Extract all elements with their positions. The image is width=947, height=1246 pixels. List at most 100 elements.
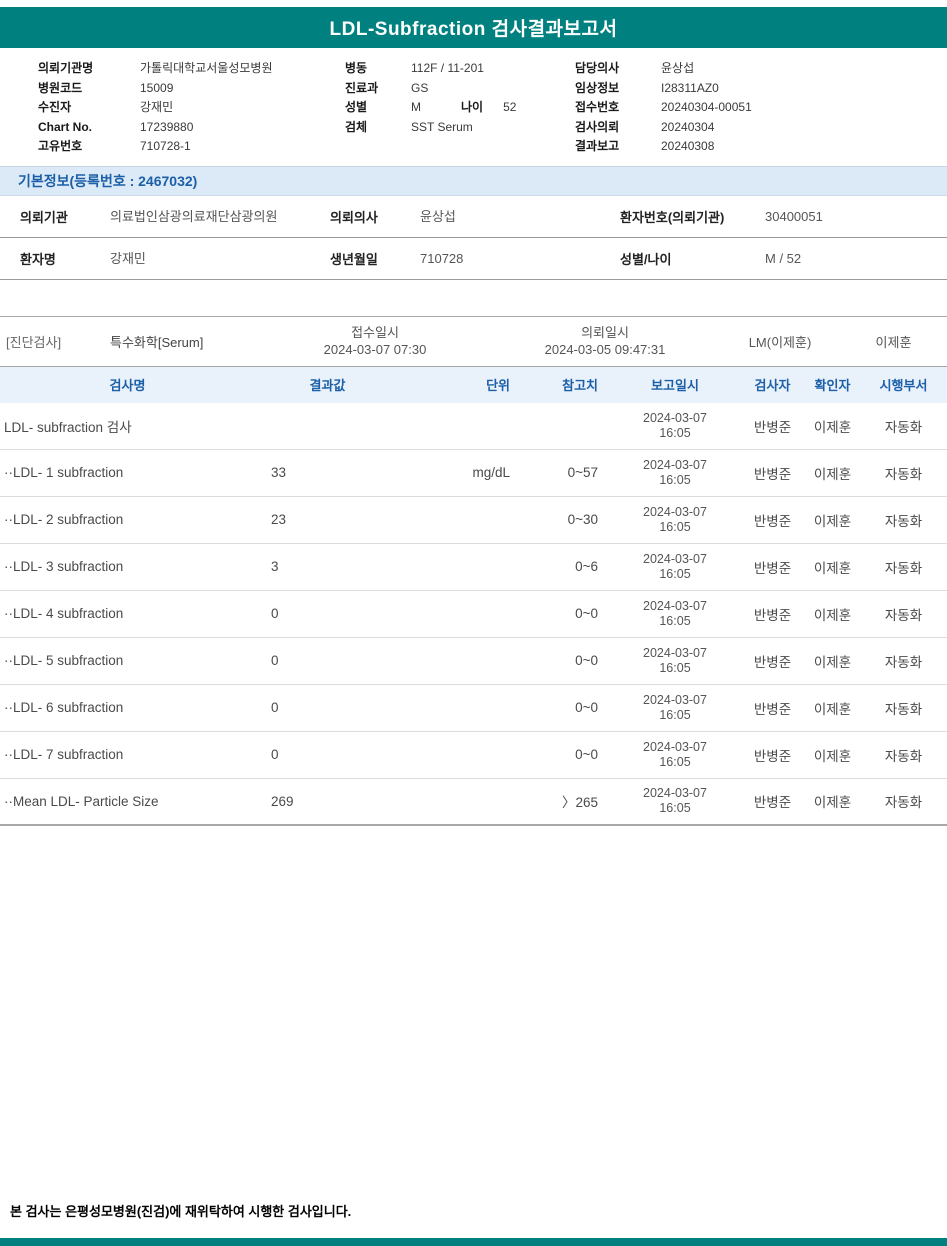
report-date: 2024-03-07	[643, 598, 707, 613]
field-label: 접수번호	[575, 100, 620, 114]
report-time: 16:05	[659, 707, 691, 722]
report-time: 16:05	[659, 472, 691, 487]
dept-cell: 자동화	[884, 654, 923, 670]
report-datetime-cell: 2024-03-07 16:05	[610, 599, 740, 629]
header-info: 의뢰기관명 가톨릭대학교서울성모병원 병원코드 15009 수진자 강재민 Chart No…	[0, 48, 947, 166]
dept-cell: 자동화	[884, 701, 923, 717]
test-name-cell: ··LDL- 1 subfraction	[4, 465, 124, 480]
exam-test-type: 특수화학[Serum]	[110, 334, 204, 350]
header-info-right: 담당의사 윤상섭 임상정보 I28311AZ0 접수번호 20240304-00051 검사…	[575, 59, 947, 157]
field-value: 강재민	[110, 250, 146, 266]
report-time: 16:05	[659, 754, 691, 769]
exam-section-row: [진단검사] 특수화학[Serum] 접수일시 2024-03-07 07:30…	[0, 315, 947, 367]
report-date: 2024-03-07	[643, 645, 707, 660]
header-info-left: 의뢰기관명 가톨릭대학교서울성모병원 병원코드 15009 수진자 강재민 Chart No…	[38, 59, 345, 157]
column-header-test-name: 검사명	[109, 378, 146, 393]
result-value-cell: 23	[271, 512, 287, 527]
field-label: Chart No.	[38, 119, 92, 134]
result-value-cell: 0	[271, 700, 279, 715]
field-value: M / 52	[765, 250, 802, 266]
result-value-cell: 0	[271, 653, 279, 668]
field-value: 가톨릭대학교서울성모병원	[140, 61, 273, 75]
confirmer-cell: 이제훈	[813, 607, 852, 623]
result-row: ··LDL- 2 subfraction 23 0~30 2024-03-07 16:0…	[0, 497, 947, 544]
field-label: 검체	[345, 119, 368, 134]
report-time: 16:05	[659, 425, 691, 440]
request-datetime-block: 의뢰일시 2024-03-05 09:47:31	[490, 324, 720, 358]
dept-cell: 자동화	[884, 607, 923, 623]
bottom-teal-bar	[0, 1238, 947, 1246]
field-value: 윤상섭	[661, 61, 695, 75]
report-date: 2024-03-07	[643, 410, 707, 425]
tester-cell: 반병준	[753, 701, 792, 717]
field-value: 강재민	[140, 100, 174, 114]
test-name-cell: ··Mean LDL- Particle Size	[4, 793, 159, 809]
basic-info-section-bar: 기본정보(등록번호 : 2467032)	[0, 165, 947, 196]
report-time: 16:05	[659, 660, 691, 675]
report-date: 2024-03-07	[643, 504, 707, 519]
unit-cell: mg/dL	[472, 465, 510, 480]
field-label: 의뢰의사	[330, 209, 378, 225]
field-label: 성별	[345, 100, 368, 114]
footer-note: 본 검사는 은평성모병원(진검)에 재위탁하여 시행한 검사입니다.	[10, 1201, 351, 1220]
tester-cell: 반병준	[753, 748, 792, 764]
report-title-bar: LDL-Subfraction 검사결과보고서	[0, 7, 947, 48]
field-value: 52	[503, 100, 517, 114]
field-label: 병동	[345, 61, 368, 75]
field-label: 임상정보	[575, 80, 620, 95]
result-value-cell: 0	[271, 747, 279, 762]
confirmer-cell: 이제훈	[813, 513, 852, 529]
header-info-row: 수진자 강재민	[38, 98, 345, 118]
dept-cell: 자동화	[884, 795, 923, 810]
field-value: 710728-1	[140, 139, 191, 153]
exam-lab: LM(이제훈)	[748, 334, 812, 350]
report-time: 16:05	[659, 519, 691, 534]
field-value: 112F / 11-201	[411, 61, 484, 75]
dept-cell: 자동화	[884, 513, 923, 529]
result-row: LDL- subfraction 검사 2024-03-07 16:05 반병준 이제훈…	[0, 403, 947, 450]
dept-cell: 자동화	[884, 560, 923, 576]
field-value: 20240304	[661, 119, 715, 134]
receipt-label: 접수일시	[351, 325, 399, 340]
reference-cell: 0~0	[575, 606, 598, 621]
reference-cell: 0~6	[575, 559, 598, 574]
column-header-confirmer: 확인자	[814, 378, 851, 393]
header-info-row: 검사의뢰 20240304	[575, 118, 947, 138]
tester-cell: 반병준	[753, 560, 792, 576]
field-label: 나이	[461, 100, 484, 114]
request-datetime: 2024-03-05 09:47:31	[544, 342, 666, 357]
header-info-row: 검체 SST Serum	[345, 118, 575, 138]
column-header-reference: 참고치	[562, 378, 598, 393]
column-header-department: 시행부서	[879, 378, 928, 393]
tester-cell: 반병준	[753, 513, 792, 529]
confirmer-cell: 이제훈	[813, 560, 852, 576]
field-label: 생년월일	[330, 251, 378, 267]
confirmer-cell: 이제훈	[813, 748, 852, 764]
dept-cell: 자동화	[884, 419, 923, 435]
column-header-tester: 검사자	[754, 378, 791, 393]
field-value: 20240308	[661, 139, 715, 153]
field-label: 담당의사	[575, 61, 620, 75]
request-label: 의뢰일시	[581, 325, 629, 340]
report-time: 16:05	[659, 566, 691, 581]
reference-cell: 0~30	[567, 512, 598, 527]
basic-info-row: 환자명 강재민 생년월일 710728 성별/나이 M / 52	[0, 238, 947, 280]
receipt-datetime: 2024-03-07 07:30	[323, 342, 427, 357]
confirmer-cell: 이제훈	[813, 419, 852, 435]
field-value: 710728	[420, 250, 464, 266]
result-row: ··LDL- 1 subfraction 33 mg/dL 0~57 2024-03-0…	[0, 450, 947, 497]
results-table-header: 검사명 결과값 단위 참고치 보고일시 검사자 확인자 시행부서	[0, 366, 947, 403]
reference-cell: 0~0	[575, 700, 598, 715]
report-time: 16:05	[659, 613, 691, 628]
test-name-cell: ··LDL- 2 subfraction	[4, 512, 124, 527]
result-row: ··LDL- 3 subfraction 3 0~6 2024-03-07 16:05 반…	[0, 544, 947, 591]
field-value: M	[411, 100, 421, 114]
reference-cell: 0~0	[575, 747, 598, 762]
report-datetime-cell: 2024-03-07 16:05	[610, 693, 740, 723]
result-value-cell: 269	[271, 793, 294, 809]
header-info-row: 의뢰기관명 가톨릭대학교서울성모병원	[38, 59, 345, 79]
field-label: 환자명	[20, 251, 56, 267]
header-info-row: 접수번호 20240304-00051	[575, 98, 947, 118]
tester-cell: 반병준	[753, 654, 792, 670]
header-info-row: 담당의사 윤상섭	[575, 59, 947, 79]
